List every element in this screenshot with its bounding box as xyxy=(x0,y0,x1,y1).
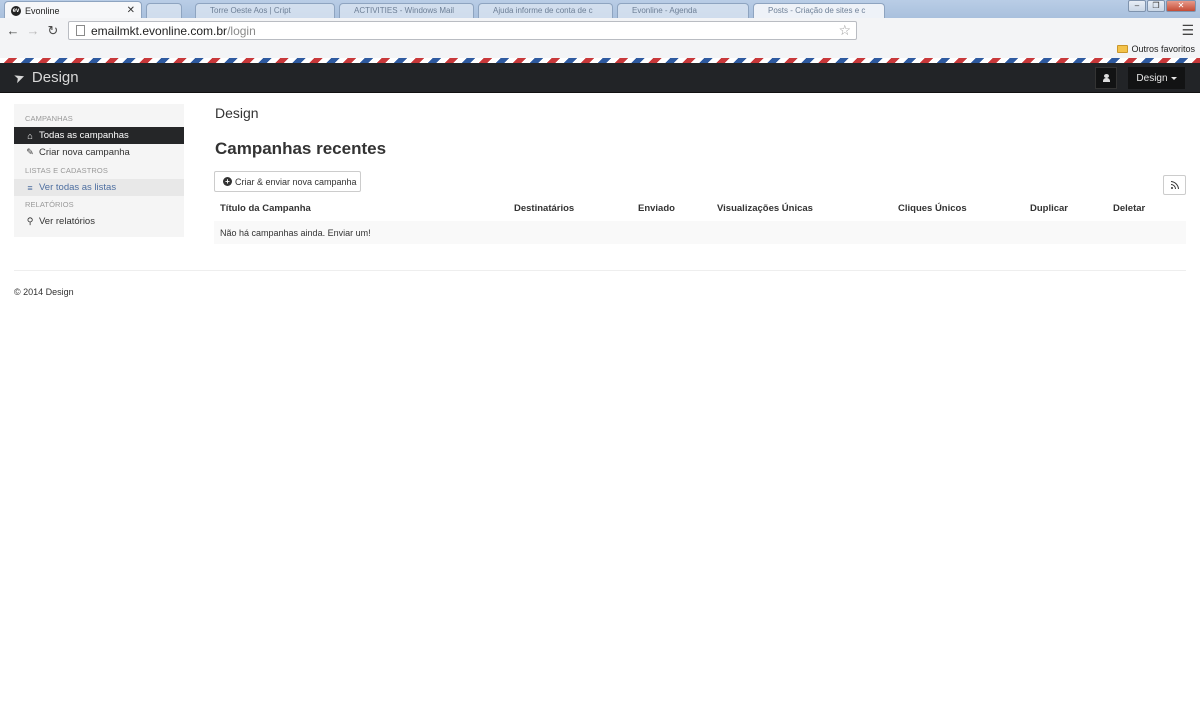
sidebar-item-label: Ver relatórios xyxy=(39,216,95,227)
bookmark-other-favorites[interactable]: Outros favoritos xyxy=(1117,44,1195,54)
sidebar-item-all-campaigns[interactable]: ⌂ Todas as campanhas xyxy=(14,127,184,144)
sidebar-item-label: Todas as campanhas xyxy=(39,130,129,141)
address-bar[interactable]: emailmkt.evonline.com.br/login ☆ xyxy=(68,21,857,40)
page-title: Design xyxy=(215,105,259,121)
plus-circle-icon: + xyxy=(223,177,232,186)
browser-tab[interactable]: Posts - Criação de sites e c xyxy=(753,3,885,18)
table-empty-row: Não há campanhas ainda. Enviar um! xyxy=(214,221,1186,244)
column-header-unique-clicks: Cliques Únicos xyxy=(898,203,967,214)
column-header-unique-views: Visualizações Únicas xyxy=(717,203,813,214)
section-title: Campanhas recentes xyxy=(215,139,387,158)
sidebar-item-all-lists[interactable]: ≡ Ver todas as listas xyxy=(14,179,184,196)
sidebar-item-reports[interactable]: ⚲ Ver relatórios xyxy=(14,213,184,230)
bookmark-star-icon[interactable]: ☆ xyxy=(838,22,851,39)
sidebar-item-label: Criar nova campanha xyxy=(39,147,130,158)
sidebar-item-new-campaign[interactable]: ✎ Criar nova campanha xyxy=(14,144,184,161)
home-icon: ⌂ xyxy=(27,130,33,141)
sidebar-header-campaigns: CAMPANHAS xyxy=(25,114,73,123)
browser-tab[interactable]: Ajuda informe de conta de c xyxy=(478,3,613,18)
create-campaign-button[interactable]: + Criar & enviar nova campanha xyxy=(214,171,361,192)
column-header-duplicate: Duplicar xyxy=(1030,203,1069,214)
forward-arrow-icon[interactable]: → xyxy=(23,23,43,38)
app-navbar: ➤ Design Design xyxy=(0,63,1200,93)
back-arrow-icon[interactable]: ← xyxy=(3,23,23,38)
browser-tab-active[interactable]: ev Evonline ✕ xyxy=(4,1,142,18)
sidebar: CAMPANHAS ⌂ Todas as campanhas ✎ Criar n… xyxy=(14,104,184,237)
window-close-icon[interactable]: ✕ xyxy=(1166,0,1196,12)
bookmark-label: Outros favoritos xyxy=(1131,44,1195,54)
minimize-icon[interactable]: – xyxy=(1128,0,1146,12)
url-path: /login xyxy=(227,23,256,38)
browser-tab[interactable]: Evonline - Agenda xyxy=(617,3,749,18)
sidebar-header-reports: RELATÓRIOS xyxy=(25,200,74,209)
browser-tab[interactable] xyxy=(146,3,182,18)
tab-close-icon[interactable]: ✕ xyxy=(127,5,135,16)
page-icon xyxy=(76,25,85,36)
edit-icon: ✎ xyxy=(26,147,34,157)
column-header-delete: Deletar xyxy=(1113,203,1146,214)
brand-label: Design xyxy=(31,69,79,86)
user-menu-label: Design xyxy=(1136,72,1168,84)
user-menu-dropdown[interactable]: Design xyxy=(1128,67,1185,89)
window-controls: – ❐ ✕ xyxy=(1128,0,1196,12)
footer-copyright: © 2014 Design xyxy=(14,287,74,297)
column-header-sent: Enviado xyxy=(638,203,675,214)
bookmarks-bar: Outros favoritos xyxy=(0,43,1200,58)
browser-tab[interactable]: ACTIVITIES - Windows Mail xyxy=(339,3,474,18)
user-icon xyxy=(1102,74,1110,82)
list-icon: ≡ xyxy=(27,182,33,193)
footer-divider xyxy=(14,270,1186,271)
browser-toolbar: ← → ↻ emailmkt.evonline.com.br/login ☆ ☰ xyxy=(0,18,1200,43)
reload-icon[interactable]: ↻ xyxy=(43,23,63,39)
rss-icon xyxy=(1170,181,1179,189)
folder-icon xyxy=(1117,45,1129,53)
restore-icon[interactable]: ❐ xyxy=(1147,0,1165,12)
search-icon: ⚲ xyxy=(26,216,34,226)
sidebar-header-lists: LISTAS E CADASTROS xyxy=(25,166,108,175)
user-profile-button[interactable] xyxy=(1095,67,1117,89)
brand-link[interactable]: ➤ Design xyxy=(11,68,79,86)
browser-tab[interactable]: Torre Oeste Aos | Cript xyxy=(195,3,335,18)
column-header-title: Título da Campanha xyxy=(220,203,311,214)
evonline-favicon-icon: ev xyxy=(11,5,21,16)
url-host: emailmkt.evonline.com.br xyxy=(91,23,228,38)
caret-down-icon xyxy=(1170,76,1177,80)
column-header-recipients: Destinatários xyxy=(514,203,575,214)
paper-plane-icon: ➤ xyxy=(11,68,27,86)
create-campaign-label: Criar & enviar nova campanha xyxy=(235,176,357,187)
browser-tabstrip: ev Evonline ✕ Torre Oeste Aos | Cript AC… xyxy=(0,0,1200,18)
browser-menu-icon[interactable]: ☰ xyxy=(1181,22,1194,39)
rss-feed-button[interactable] xyxy=(1163,175,1186,195)
sidebar-item-label: Ver todas as listas xyxy=(39,182,117,193)
tab-title: Evonline xyxy=(25,5,60,16)
